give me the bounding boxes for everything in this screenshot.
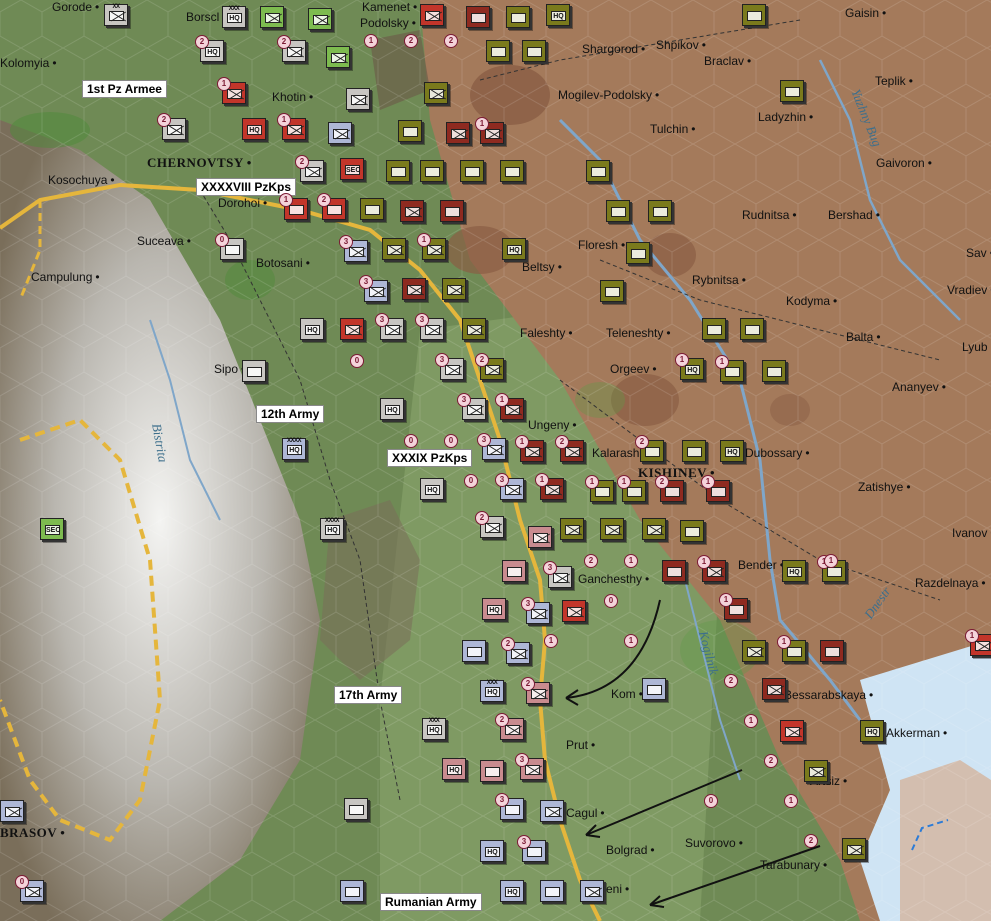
- strategic-map[interactable]: Gorode Borscl Kamenet Podolsky Gaisin Sh…: [0, 0, 991, 921]
- attack-arrows: [565, 599, 949, 908]
